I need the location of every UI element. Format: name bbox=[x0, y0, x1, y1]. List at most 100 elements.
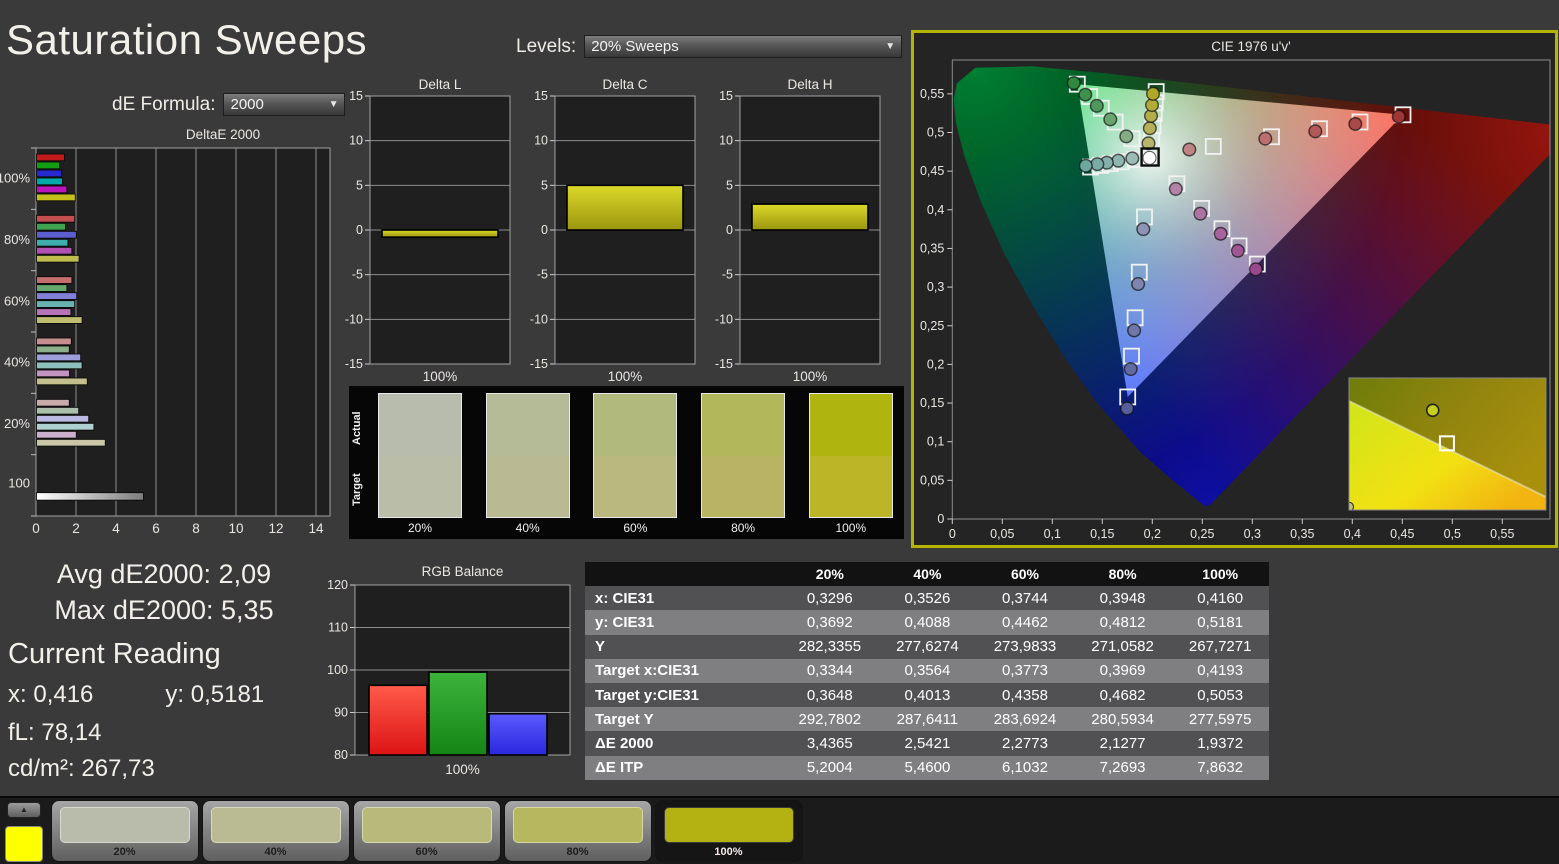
accent-color-swatch[interactable] bbox=[5, 826, 43, 862]
levels-dropdown[interactable]: 20% Sweeps ▼ bbox=[584, 35, 903, 58]
svg-text:-5: -5 bbox=[537, 268, 548, 282]
swatch-row-label-actual: Actual bbox=[351, 411, 363, 445]
svg-text:0,45: 0,45 bbox=[920, 164, 944, 178]
table-value: 280,5934 bbox=[1073, 707, 1172, 732]
svg-text:-5: -5 bbox=[722, 268, 733, 282]
svg-text:0,1: 0,1 bbox=[927, 435, 944, 449]
page-title: Saturation Sweeps bbox=[6, 16, 368, 63]
measured-red bbox=[1348, 116, 1363, 132]
swatch-column-100%: 100% bbox=[808, 393, 893, 535]
svg-text:0: 0 bbox=[356, 223, 363, 237]
svg-text:8: 8 bbox=[192, 521, 200, 536]
svg-text:0,5: 0,5 bbox=[927, 126, 944, 140]
cie-1976-chart: CIE 1976 u'v' 0 0,05 0,1 0,15 0,2 0,25 0,3 0,35 0… bbox=[914, 33, 1555, 545]
de-formula-dropdown[interactable]: 2000 ▼ bbox=[223, 93, 346, 116]
row-label: ΔE 2000 bbox=[585, 731, 781, 756]
svg-text:15: 15 bbox=[349, 89, 363, 103]
swatch-label: 60% bbox=[623, 521, 648, 535]
table-value: 277,5975 bbox=[1171, 707, 1269, 732]
svg-text:100%: 100% bbox=[0, 171, 30, 186]
table-value: 0,4682 bbox=[1073, 682, 1172, 708]
table-value: 283,6924 bbox=[976, 707, 1074, 732]
svg-text:0: 0 bbox=[937, 512, 944, 526]
levels-control: Levels: 20% Sweeps ▼ bbox=[516, 35, 903, 58]
pattern-tile-label: 60% bbox=[415, 846, 438, 858]
table-value: 0,3773 bbox=[976, 658, 1074, 683]
column-header: 60% bbox=[976, 562, 1074, 587]
table-value: 6,1032 bbox=[976, 755, 1074, 780]
swatch-column-40%: 40% bbox=[485, 393, 570, 535]
measured-blue bbox=[1136, 222, 1151, 237]
svg-text:-10: -10 bbox=[715, 312, 733, 326]
pattern-tile-80%[interactable]: 80% bbox=[503, 800, 652, 862]
row-label: Target Y bbox=[585, 707, 781, 732]
cie-zoom-inset bbox=[1349, 378, 1546, 510]
pattern-tile-20%[interactable]: 20% bbox=[50, 800, 199, 862]
pattern-swatch bbox=[663, 807, 794, 843]
table-value: 0,5053 bbox=[1171, 682, 1269, 708]
de-formula-control: dE Formula: 2000 ▼ bbox=[112, 93, 346, 116]
table-value: 7,8632 bbox=[1171, 755, 1269, 780]
column-header: 40% bbox=[878, 562, 977, 587]
accent-cell: ▲ bbox=[1, 800, 47, 862]
table-value: 277,6274 bbox=[878, 634, 977, 659]
measured-green bbox=[1078, 87, 1093, 102]
svg-text:Delta C: Delta C bbox=[602, 78, 647, 92]
svg-text:100: 100 bbox=[8, 476, 30, 491]
de-formula-label: dE Formula: bbox=[112, 93, 216, 115]
svg-text:0,2: 0,2 bbox=[1144, 527, 1161, 541]
pattern-tile-60%[interactable]: 60% bbox=[352, 800, 501, 862]
svg-text:CIE 1976 u'v': CIE 1976 u'v' bbox=[1211, 39, 1290, 54]
de-stats: Avg dE2000: 2,09 Max dE2000: 5,35 bbox=[14, 556, 314, 628]
svg-text:Delta H: Delta H bbox=[787, 78, 832, 92]
results-table: 20% 40% 60% 80% 100% x: CIE31 0,3296 0,3526 0,37… bbox=[585, 562, 1269, 780]
pattern-tile-40%[interactable]: 40% bbox=[201, 800, 350, 862]
actual-target-swatch bbox=[701, 393, 786, 518]
table-corner bbox=[585, 562, 781, 587]
pattern-toolbar: ▲ 20% 40% 60% 80% 100% ▲ ■ ▶ [·] ∞ bbox=[0, 796, 1559, 864]
svg-text:-10: -10 bbox=[345, 312, 363, 326]
column-header: 20% bbox=[781, 562, 879, 587]
svg-text:0,15: 0,15 bbox=[1090, 527, 1114, 541]
table-value: 0,3648 bbox=[781, 682, 879, 708]
svg-text:5: 5 bbox=[356, 178, 363, 192]
svg-text:0,25: 0,25 bbox=[1190, 527, 1214, 541]
pattern-swatch bbox=[361, 807, 492, 843]
target-swatch bbox=[594, 455, 677, 517]
svg-text:100%: 100% bbox=[445, 762, 480, 777]
svg-text:0,3: 0,3 bbox=[1244, 527, 1261, 541]
svg-text:0,1: 0,1 bbox=[1044, 527, 1061, 541]
app-root: Saturation Sweeps dE Formula: 2000 ▼ Lev… bbox=[0, 0, 1559, 864]
pattern-tile-100%[interactable]: 100% bbox=[654, 800, 803, 862]
measured-magenta bbox=[1168, 181, 1183, 196]
delta-h-chart: 15 10 5 0 -5 -10 -15 Delta H 100% bbox=[715, 78, 881, 384]
svg-text:RGB Balance: RGB Balance bbox=[422, 564, 504, 579]
svg-text:0,15: 0,15 bbox=[920, 396, 944, 410]
table-value: 0,3526 bbox=[878, 586, 977, 611]
svg-text:0: 0 bbox=[949, 527, 956, 541]
svg-text:10: 10 bbox=[719, 134, 733, 148]
table-value: 0,3744 bbox=[976, 586, 1074, 611]
svg-text:15: 15 bbox=[719, 89, 733, 103]
svg-text:0,2: 0,2 bbox=[927, 357, 944, 371]
table-value: 3,4365 bbox=[781, 731, 879, 756]
swatch-label: 100% bbox=[835, 521, 867, 535]
actual-swatch bbox=[379, 394, 461, 456]
table-value: 7,2693 bbox=[1073, 755, 1172, 780]
target-swatch bbox=[486, 455, 569, 517]
target-swatch bbox=[809, 455, 892, 517]
target-swatch bbox=[702, 455, 785, 517]
column-header: 100% bbox=[1171, 562, 1269, 587]
svg-text:0,5: 0,5 bbox=[1444, 527, 1461, 541]
white-point-measured bbox=[1142, 150, 1157, 165]
avg-de2000: Avg dE2000: 2,09 bbox=[56, 559, 272, 589]
measured-magenta bbox=[1230, 243, 1245, 258]
de-formula-value: 2000 bbox=[230, 96, 264, 113]
swatch-column-60%: 60% bbox=[593, 393, 678, 535]
table-value: 0,4462 bbox=[976, 610, 1074, 635]
scroll-up-button[interactable]: ▲ bbox=[7, 802, 41, 818]
pattern-tile-label: 20% bbox=[113, 846, 136, 858]
current-reading-heading: Current Reading bbox=[8, 638, 221, 670]
svg-text:0,3: 0,3 bbox=[927, 280, 944, 294]
pattern-swatch bbox=[210, 807, 341, 843]
